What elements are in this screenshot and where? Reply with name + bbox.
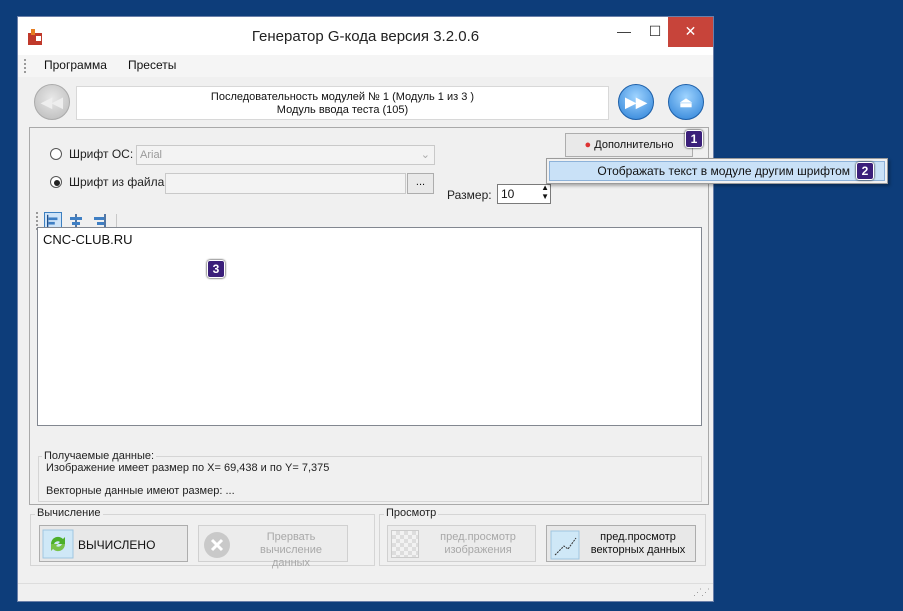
- menu-program[interactable]: Программа: [44, 58, 107, 72]
- status-bar: ⋰⋰: [18, 583, 713, 601]
- calc-group-label: Вычисление: [35, 507, 103, 519]
- fast-forward-icon: ▶▶: [625, 94, 647, 110]
- close-button[interactable]: ✕: [668, 17, 713, 47]
- abort-calc-button[interactable]: Прервать вычисление данных: [198, 525, 348, 569]
- preview-group-label: Просмотр: [384, 507, 439, 519]
- font-file-path-input[interactable]: [165, 173, 406, 194]
- rewind-icon: ◀◀: [41, 94, 63, 110]
- maximize-button[interactable]: ☐: [640, 17, 670, 47]
- cancel-icon: [204, 532, 230, 558]
- sequence-line-1: Последовательность модулей № 1 (Модуль 1…: [210, 91, 475, 103]
- vector-size-text: Векторные данные имеют размер: ...: [46, 485, 235, 497]
- badge-1: 1: [685, 130, 703, 148]
- abort-label-line1: Прервать вычисление: [260, 531, 322, 556]
- size-label: Размер:: [447, 188, 492, 202]
- refresh-icon: [42, 529, 74, 559]
- eject-button[interactable]: ⏏: [668, 84, 704, 120]
- image-preview-label: пред.просмотр изображения: [423, 531, 533, 557]
- extra-options-button[interactable]: ● Дополнительно: [565, 133, 693, 157]
- image-preview-button[interactable]: пред.просмотр изображения: [387, 525, 536, 562]
- os-font-value: Arial: [140, 149, 163, 161]
- badge-2: 2: [856, 162, 874, 180]
- file-font-label: Шрифт из файла:: [69, 175, 168, 189]
- radio-selected-dot: [54, 180, 60, 186]
- sequence-info: Последовательность модулей № 1 (Модуль 1…: [76, 86, 609, 120]
- sequence-line-2: Модуль ввода теста (105): [276, 104, 409, 116]
- compute-button[interactable]: ВЫЧИСЛЕНО: [39, 525, 188, 562]
- minimize-button[interactable]: —: [609, 17, 639, 47]
- os-font-select[interactable]: Arial ⌄: [136, 145, 435, 165]
- vector-preview-line2: векторных данных: [590, 544, 686, 556]
- os-font-label: Шрифт ОС:: [69, 147, 134, 161]
- popup-item-alt-font[interactable]: Отображать текст в модуле другим шрифтом: [549, 161, 885, 181]
- vector-preview-button[interactable]: пред.просмотр векторных данных: [546, 525, 696, 562]
- font-size-value: 10: [501, 187, 515, 201]
- extra-options-label: Дополнительно: [594, 139, 674, 151]
- resize-grip-icon[interactable]: ⋰⋰: [693, 587, 710, 598]
- vector-preview-icon: [550, 530, 580, 560]
- editor-text: CNC-CLUB.RU: [43, 232, 133, 247]
- abort-label: Прервать вычисление данных: [235, 531, 347, 570]
- image-preview-line2: изображения: [444, 544, 512, 556]
- title-bar: Генератор G-кода версия 3.2.0.6 — ☐ ✕: [18, 17, 713, 55]
- eject-icon: ⏏: [679, 94, 693, 110]
- app-icon: [28, 29, 42, 45]
- app-window: Генератор G-кода версия 3.2.0.6 — ☐ ✕ Пр…: [17, 16, 714, 602]
- compute-label: ВЫЧИСЛЕНО: [78, 538, 156, 552]
- menu-presets[interactable]: Пресеты: [128, 58, 176, 72]
- badge-3: 3: [207, 260, 225, 278]
- palette-icon: ●: [584, 139, 592, 151]
- font-size-input[interactable]: 10 ▲ ▼: [497, 183, 551, 204]
- chevron-down-icon: ⌄: [420, 149, 430, 161]
- image-preview-icon: [391, 530, 419, 558]
- text-editor[interactable]: CNC-CLUB.RU: [37, 227, 702, 426]
- previous-module-button[interactable]: ◀◀: [34, 84, 70, 120]
- extra-options-popup: Отображать текст в модуле другим шрифтом: [546, 158, 888, 184]
- vector-preview-line1: пред.просмотр: [600, 531, 676, 543]
- spin-arrows-icon[interactable]: ▲ ▼: [541, 183, 549, 201]
- browse-font-button[interactable]: ...: [407, 173, 434, 194]
- image-preview-line1: пред.просмотр: [440, 531, 516, 543]
- menu-grip: [24, 59, 27, 73]
- output-title: Получаемые данные:: [42, 450, 157, 462]
- vector-preview-label: пред.просмотр векторных данных: [582, 531, 694, 557]
- abort-label-line2: данных: [271, 557, 311, 569]
- os-font-radio[interactable]: [50, 148, 62, 160]
- menu-bar: Программа Пресеты: [18, 55, 713, 77]
- next-module-button[interactable]: ▶▶: [618, 84, 654, 120]
- file-font-radio[interactable]: [50, 176, 62, 188]
- image-size-text: Изображение имеет размер по X= 69,438 и …: [46, 462, 330, 474]
